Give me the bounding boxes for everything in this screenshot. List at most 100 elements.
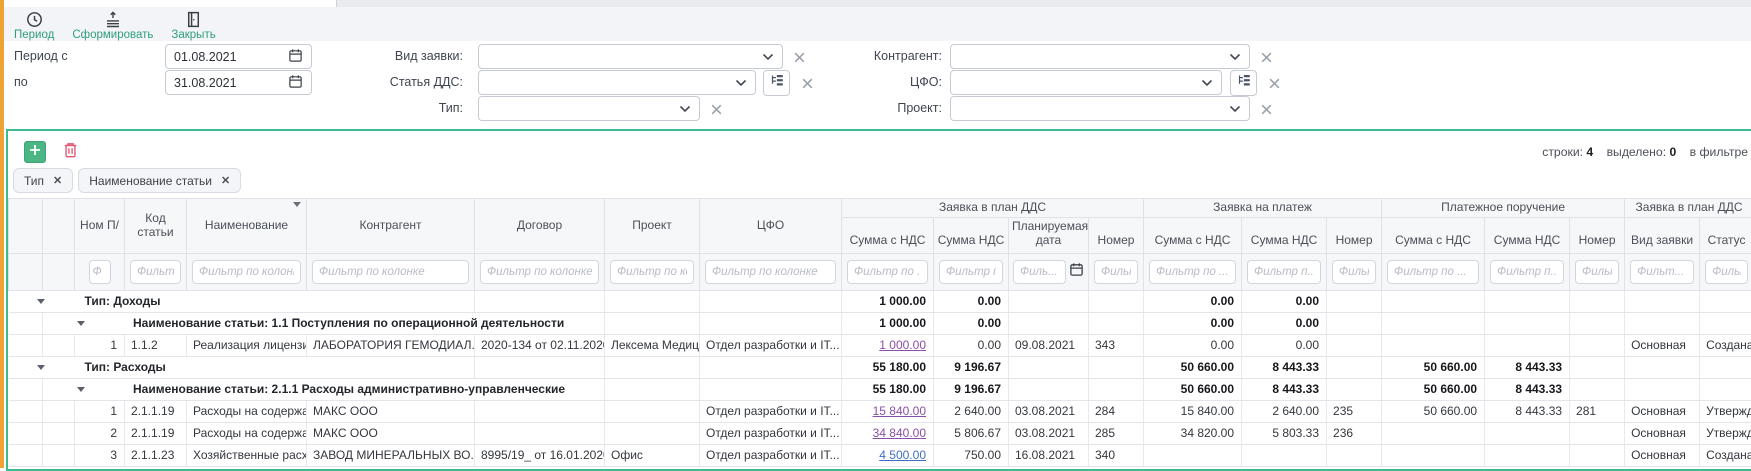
header-contract[interactable]: Договор [475,199,605,254]
group-chip-type[interactable]: Тип ✕ [13,168,73,193]
filter-input-plan-nds[interactable] [939,260,1003,284]
clear-cfo-icon[interactable] [1266,75,1282,91]
cell-plan_num [1089,356,1144,378]
cell-po_nds: 8 443.33 [1485,400,1570,422]
header-po-nds[interactable]: Сумма НДС [1485,218,1570,254]
filter-pay-num-cell [1327,253,1382,290]
filter-input-pay-num[interactable] [1332,260,1376,284]
collapse-arrow-icon[interactable] [77,387,85,392]
clear-type-icon[interactable] [708,101,724,117]
cell-contract [475,290,605,312]
filter-input-project[interactable] [610,260,694,284]
header-req-kind[interactable]: Вид заявки [1625,218,1700,254]
group-chip-article[interactable]: Наименование статьи ✕ [78,168,241,193]
header-pay-nds[interactable]: Сумма НДС [1242,218,1327,254]
period-button[interactable]: Период [14,7,54,41]
selected-count: 0 [1669,145,1676,159]
cfo-tree-button[interactable] [1230,70,1257,96]
filter-input-contragent[interactable] [312,260,469,284]
cell-po_sum: 50 660.00 [1382,378,1485,400]
group-header-payment-order: Платежное поручение [1382,199,1625,218]
group-label: Тип: Расходы [9,356,475,378]
collapse-arrow-icon[interactable] [37,365,45,370]
chevron-down-icon [679,100,691,118]
header-project[interactable]: Проект [605,199,700,254]
filter-input-req-kind[interactable] [1630,260,1694,284]
filter-input-pay-sum[interactable] [1149,260,1236,284]
filter-input-po-num[interactable] [1575,260,1619,284]
header-num[interactable]: Ном П/ [75,199,125,254]
dds-article-label: Статья ДДС: [340,75,463,90]
header-name[interactable]: Наименование [187,199,307,254]
group-chip-label: Наименование статьи [89,174,212,188]
plan-sum-link[interactable]: 34 840.00 [873,426,926,440]
collapse-arrow-icon[interactable] [77,321,85,326]
calendar-icon[interactable] [1069,262,1084,281]
clear-project-icon[interactable] [1258,101,1274,117]
cell-plan_sum: 34 840.00 [842,422,934,444]
project-select[interactable] [950,96,1250,121]
filter-input-code[interactable] [130,260,181,284]
dds-article-select[interactable] [478,70,756,95]
cfo-select[interactable] [950,70,1222,95]
period-from-input[interactable]: 01.08.2021 [165,44,312,69]
header-status[interactable]: Статус [1700,218,1751,254]
cell-pay_num [1327,378,1382,400]
header-plan-nds[interactable]: Сумма НДС [934,218,1009,254]
chip-close-icon[interactable]: ✕ [221,174,230,187]
clear-request-kind-icon[interactable] [791,49,807,65]
active-tab[interactable] [0,0,337,7]
filter-input-status[interactable] [1705,260,1748,284]
filter-input-cfo[interactable] [705,260,836,284]
filter-input-num[interactable] [89,260,111,284]
header-contragent[interactable]: Контрагент [307,199,475,254]
filter-input-po-nds[interactable] [1490,260,1564,284]
close-button[interactable]: Закрыть [171,7,215,41]
cell-plan_sum: 55 180.00 [842,356,934,378]
cell-po_sum: 50 660.00 [1382,400,1485,422]
plan-sum-link[interactable]: 4 500.00 [879,448,926,462]
add-row-button[interactable] [24,141,46,163]
request-kind-select[interactable] [478,44,783,69]
filter-input-name[interactable] [192,260,301,284]
clear-contragent-icon[interactable] [1258,49,1274,65]
chip-close-icon[interactable]: ✕ [53,174,62,187]
dds-article-tree-button[interactable] [763,70,790,96]
cell-pay_sum [1144,444,1242,466]
cell-project [605,400,700,422]
header-pay-sum[interactable]: Сумма с НДС [1144,218,1242,254]
generate-button[interactable]: Сформировать [72,7,153,41]
filter-input-plan-num[interactable] [1094,260,1138,284]
plan-sum-link[interactable]: 1 000.00 [879,338,926,352]
filter-empty [43,253,75,290]
header-plan-date[interactable]: Планируемая дата [1009,218,1089,254]
filter-project-cell [605,253,700,290]
contragent-select[interactable] [950,44,1250,69]
clear-dds-article-icon[interactable] [799,75,815,91]
filter-input-plan-date[interactable] [1013,260,1066,284]
cell-plan_date [1009,312,1089,334]
period-to-input[interactable]: 31.08.2021 [165,70,312,95]
header-po-sum[interactable]: Сумма с НДС [1382,218,1485,254]
header-po-num[interactable]: Номер [1570,218,1625,254]
header-plan-num[interactable]: Номер [1089,218,1144,254]
filter-input-po-sum[interactable] [1387,260,1479,284]
plan-sum-link[interactable]: 15 840.00 [873,404,926,418]
delete-row-button[interactable] [60,142,80,162]
cell-plan_date: 03.08.2021 [1009,422,1089,444]
filter-input-plan-sum[interactable] [847,260,928,284]
filter-pay-sum-cell [1144,253,1242,290]
cell-plan_sum: 1 000.00 [842,290,934,312]
header-plan-sum[interactable]: Сумма с НДС [842,218,934,254]
type-select[interactable] [478,96,700,121]
header-code[interactable]: Код статьи [125,199,187,254]
filter-input-contract[interactable] [480,260,599,284]
header-pay-num[interactable]: Номер [1327,218,1382,254]
calendar-icon[interactable] [288,48,303,66]
filter-input-pay-nds[interactable] [1247,260,1321,284]
cell-status [1700,312,1751,334]
collapse-arrow-icon[interactable] [37,299,45,304]
calendar-icon[interactable] [288,74,303,92]
cell-plan_date [1009,378,1089,400]
header-cfo[interactable]: ЦФО [700,199,842,254]
